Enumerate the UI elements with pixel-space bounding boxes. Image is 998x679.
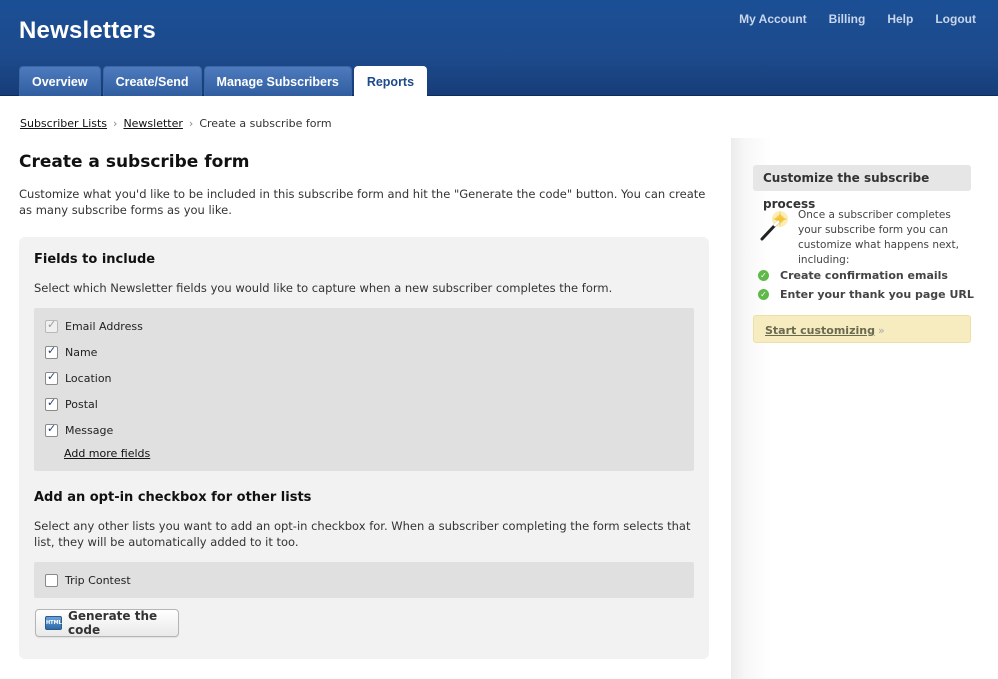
- message-checkbox[interactable]: [45, 422, 58, 437]
- fields-list: Email Address Name Location Postal Messa…: [34, 308, 694, 471]
- subscribe-form-panel: Fields to include Select which Newslette…: [19, 237, 709, 659]
- generate-code-button[interactable]: HTML Generate the code: [35, 609, 179, 637]
- optin-lists: Trip Contest: [34, 562, 694, 598]
- breadcrumb-subscriber-lists[interactable]: Subscriber Lists: [20, 117, 107, 130]
- breadcrumb-current: Create a subscribe form: [199, 117, 332, 130]
- field-label: Message: [65, 423, 114, 437]
- sidebar-description: Once a subscriber completes your subscri…: [798, 209, 959, 266]
- page-intro: Customize what you'd like to be included…: [19, 187, 706, 217]
- field-row-name: Name: [45, 344, 97, 360]
- sidebar-item: ✓ Create confirmation emails: [758, 269, 948, 282]
- add-more-fields-link[interactable]: Add more fields: [64, 447, 150, 460]
- help-link[interactable]: Help: [887, 12, 913, 26]
- breadcrumb: Subscriber Lists › Newsletter › Create a sub…: [20, 117, 332, 130]
- app-title: Newsletters: [19, 17, 156, 44]
- my-account-link[interactable]: My Account: [739, 12, 807, 26]
- start-customizing-box: Start customizing»: [753, 315, 971, 343]
- name-checkbox[interactable]: [45, 344, 58, 359]
- field-label: Location: [65, 371, 112, 385]
- sidebar: Customize the subscribe process Once a s…: [731, 138, 998, 679]
- billing-link[interactable]: Billing: [829, 12, 866, 26]
- html-icon: HTML: [45, 616, 62, 630]
- breadcrumb-separator: ›: [113, 117, 118, 130]
- field-label: Email Address: [65, 319, 143, 333]
- breadcrumb-separator: ›: [188, 117, 194, 130]
- field-label: Trip Contest: [65, 573, 131, 587]
- fields-section-title: Fields to include: [34, 252, 156, 267]
- optin-section-title: Add an opt-in checkbox for other lists: [34, 490, 312, 505]
- sidebar-item-label: Enter your thank you page URL: [780, 288, 974, 301]
- logout-link[interactable]: Logout: [935, 12, 976, 26]
- field-row-postal: Postal: [45, 396, 98, 412]
- tab-manage-subscribers[interactable]: Manage Subscribers: [203, 66, 352, 96]
- sidebar-item: ✓ Enter your thank you page URL: [758, 288, 974, 301]
- main-tabs: Overview Create/Send Manage Subscribers …: [19, 66, 429, 97]
- fields-section-description: Select which Newsletter fields you would…: [34, 281, 613, 295]
- green-check-icon: ✓: [758, 289, 769, 300]
- optin-row-trip-contest: Trip Contest: [45, 572, 131, 588]
- trip-contest-checkbox[interactable]: [45, 573, 58, 587]
- sidebar-item-label: Create confirmation emails: [780, 269, 948, 282]
- generate-code-label: Generate the code: [68, 609, 158, 637]
- tab-create-send[interactable]: Create/Send: [102, 66, 202, 96]
- optin-section-description: Select any other lists you want to add a…: [34, 519, 691, 549]
- location-checkbox[interactable]: [45, 370, 58, 385]
- field-row-location: Location: [45, 370, 112, 386]
- start-customizing-link[interactable]: Start customizing: [765, 324, 875, 337]
- magic-wand-icon: [760, 211, 788, 241]
- green-check-icon: ✓: [758, 270, 769, 281]
- field-row-email: Email Address: [45, 318, 143, 334]
- field-label: Name: [65, 345, 98, 359]
- tab-overview[interactable]: Overview: [19, 66, 101, 96]
- sidebar-title: Customize the subscribe process: [753, 165, 971, 211]
- raquo-icon: »: [877, 324, 885, 337]
- postal-checkbox[interactable]: [45, 396, 58, 411]
- page-title: Create a subscribe form: [19, 152, 250, 172]
- tab-reports[interactable]: Reports: [353, 66, 428, 97]
- field-row-message: Message: [45, 422, 113, 438]
- field-label: Postal: [65, 397, 98, 411]
- top-nav: My Account Billing Help Logout: [717, 12, 976, 26]
- breadcrumb-newsletter[interactable]: Newsletter: [123, 117, 182, 130]
- app-header: Newsletters My Account Billing Help Logo…: [0, 0, 998, 97]
- email-address-checkbox: [45, 318, 58, 333]
